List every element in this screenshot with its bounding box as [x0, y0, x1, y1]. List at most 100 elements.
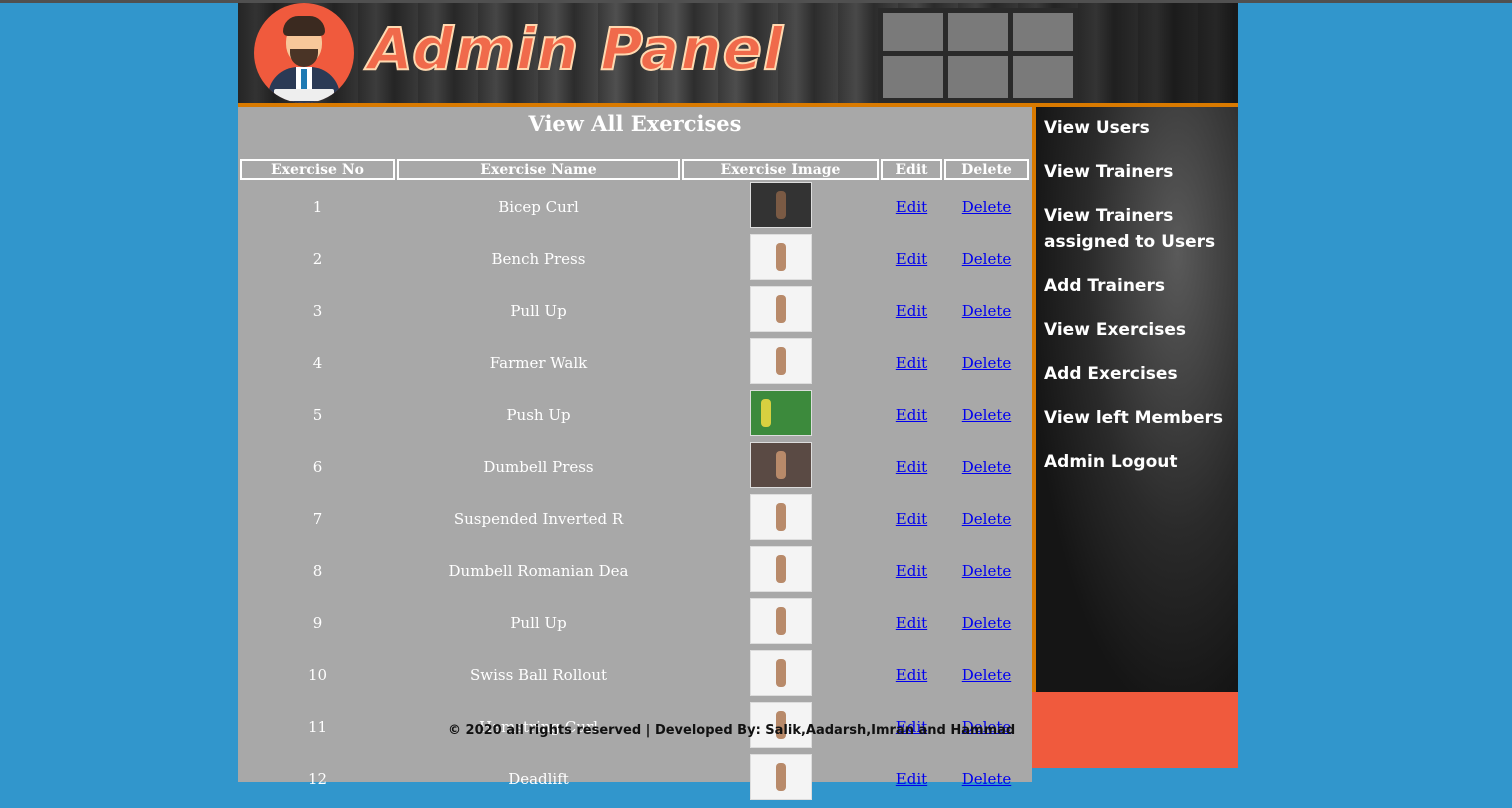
edit-link[interactable]: Edit	[896, 770, 927, 788]
exercise-thumbnail	[749, 598, 812, 644]
exercise-no: 3	[312, 302, 323, 320]
exercise-thumbnail	[749, 338, 812, 384]
delete-link[interactable]: Delete	[962, 458, 1011, 476]
delete-link[interactable]: Delete	[962, 614, 1011, 632]
exercise-thumbnail	[749, 754, 812, 800]
sidebar-item-view-users[interactable]: View Users	[1044, 115, 1238, 141]
exercise-name: Farmer Walk	[489, 354, 588, 372]
exercise-thumbnail	[749, 234, 812, 280]
delete-cell: Delete	[944, 338, 1029, 388]
exercise-thumbnail	[749, 390, 812, 436]
edit-cell: Edit	[881, 286, 942, 336]
edit-cell: Edit	[881, 650, 942, 700]
delete-cell: Delete	[944, 182, 1029, 232]
edit-cell: Edit	[881, 494, 942, 544]
delete-link[interactable]: Delete	[962, 302, 1011, 320]
exercise-thumbnail	[749, 442, 812, 488]
exercise-name: Dumbell Romanian Dea	[448, 562, 629, 580]
delete-link[interactable]: Delete	[962, 770, 1011, 788]
edit-link[interactable]: Edit	[896, 250, 927, 268]
admin-avatar-icon	[254, 3, 354, 103]
delete-link[interactable]: Delete	[962, 562, 1011, 580]
exercise-thumbnail	[749, 182, 812, 228]
column-header-exercise-image: Exercise Image	[682, 159, 879, 180]
exercise-thumbnail	[749, 494, 812, 540]
edit-cell: Edit	[881, 754, 942, 804]
brand-title: Admin Panel	[367, 14, 784, 84]
delete-link[interactable]: Delete	[962, 354, 1011, 372]
exercise-image-cell	[682, 754, 879, 804]
delete-cell: Delete	[944, 442, 1029, 492]
delete-link[interactable]: Delete	[962, 250, 1011, 268]
exercise-image-cell	[682, 286, 879, 336]
edit-link[interactable]: Edit	[896, 302, 927, 320]
edit-cell: Edit	[881, 338, 942, 388]
page-title: View All Exercises	[528, 111, 742, 136]
exercise-no: 6	[312, 458, 323, 476]
column-header-exercise-no: Exercise No	[240, 159, 395, 180]
edit-cell: Edit	[881, 182, 942, 232]
exercise-name: Dumbell Press	[483, 458, 594, 476]
exercise-image-cell	[682, 234, 879, 284]
sidebar-item-admin-logout[interactable]: Admin Logout	[1044, 449, 1238, 475]
edit-link[interactable]: Edit	[896, 666, 927, 684]
delete-cell: Delete	[944, 598, 1029, 648]
delete-cell: Delete	[944, 754, 1029, 804]
exercise-name: Push Up	[506, 406, 571, 424]
table-row: 10 Swiss Ball Rollout Edit Delete	[240, 650, 1029, 700]
exercise-name: Suspended Inverted R	[453, 510, 624, 528]
exercises-table: Exercise No Exercise Name Exercise Image…	[238, 157, 1031, 806]
exercise-name: Bicep Curl	[498, 198, 579, 216]
edit-link[interactable]: Edit	[896, 406, 927, 424]
table-row: 1 Bicep Curl Edit Delete	[240, 182, 1029, 232]
exercise-image-cell	[682, 598, 879, 648]
exercise-no: 10	[307, 666, 328, 684]
column-header-exercise-name: Exercise Name	[397, 159, 680, 180]
delete-link[interactable]: Delete	[962, 406, 1011, 424]
edit-link[interactable]: Edit	[896, 562, 927, 580]
exercise-image-cell	[682, 650, 879, 700]
sidebar-item-view-exercises[interactable]: View Exercises	[1044, 317, 1238, 343]
exercise-no: 9	[312, 614, 323, 632]
edit-cell: Edit	[881, 442, 942, 492]
sidebar-item-add-trainers[interactable]: Add Trainers	[1044, 273, 1238, 299]
exercise-no: 5	[312, 406, 323, 424]
exercise-thumbnail	[749, 650, 812, 696]
edit-cell: Edit	[881, 546, 942, 596]
table-row: 2 Bench Press Edit Delete	[240, 234, 1029, 284]
exercise-name: Deadlift	[508, 770, 569, 788]
edit-cell: Edit	[881, 234, 942, 284]
delete-cell: Delete	[944, 286, 1029, 336]
delete-link[interactable]: Delete	[962, 666, 1011, 684]
header-banner: Admin Panel	[238, 3, 1238, 107]
exercise-image-cell	[682, 338, 879, 388]
sidebar-item-view-trainers-assigned-to-users[interactable]: View Trainers assigned to Users	[1044, 203, 1238, 255]
delete-cell: Delete	[944, 494, 1029, 544]
sidebar-footer-block	[1032, 692, 1238, 768]
edit-link[interactable]: Edit	[896, 510, 927, 528]
exercise-no: 8	[312, 562, 323, 580]
table-row: 9 Pull Up Edit Delete	[240, 598, 1029, 648]
edit-link[interactable]: Edit	[896, 458, 927, 476]
footer-copyright: © 2020 all rights reserved | Developed B…	[448, 723, 1016, 738]
column-header-edit: Edit	[881, 159, 942, 180]
delete-cell: Delete	[944, 650, 1029, 700]
sidebar-item-view-left-members[interactable]: View left Members	[1044, 405, 1238, 431]
exercise-no: 2	[312, 250, 323, 268]
exercise-no: 7	[312, 510, 323, 528]
exercise-no: 12	[307, 770, 328, 788]
exercise-name: Bench Press	[491, 250, 586, 268]
table-row: 6 Dumbell Press Edit Delete	[240, 442, 1029, 492]
sidebar-item-view-trainers[interactable]: View Trainers	[1044, 159, 1238, 185]
delete-link[interactable]: Delete	[962, 510, 1011, 528]
edit-link[interactable]: Edit	[896, 354, 927, 372]
table-row: 5 Push Up Edit Delete	[240, 390, 1029, 440]
exercise-image-cell	[682, 442, 879, 492]
table-row: 7 Suspended Inverted R Edit Delete	[240, 494, 1029, 544]
edit-link[interactable]: Edit	[896, 198, 927, 216]
sidebar-nav: View Users View Trainers View Trainers ass…	[1032, 107, 1238, 692]
delete-link[interactable]: Delete	[962, 198, 1011, 216]
delete-cell: Delete	[944, 390, 1029, 440]
sidebar-item-add-exercises[interactable]: Add Exercises	[1044, 361, 1238, 387]
edit-link[interactable]: Edit	[896, 614, 927, 632]
